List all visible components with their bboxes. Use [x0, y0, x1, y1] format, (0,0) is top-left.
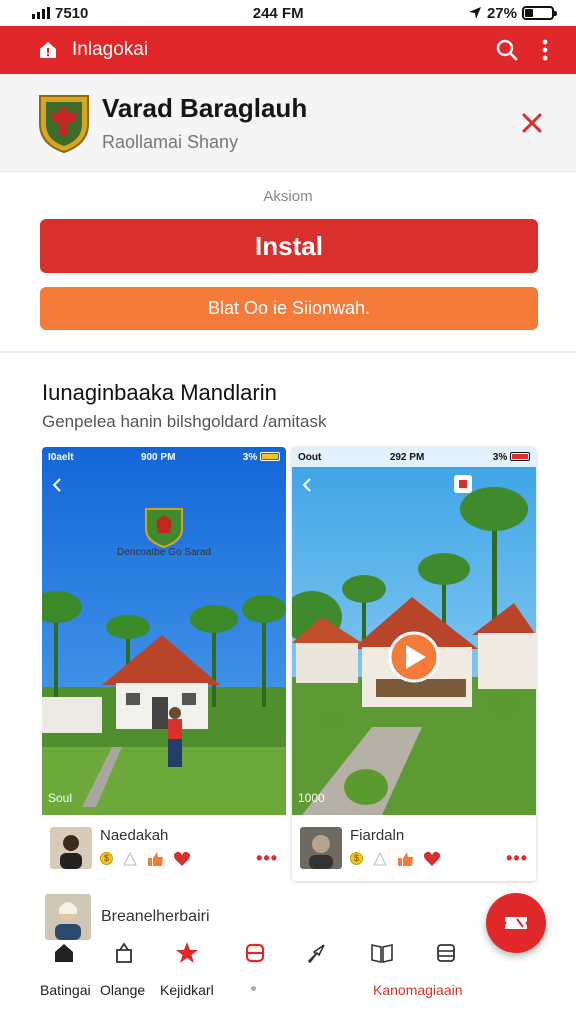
screenshot-card[interactable]: I0aelt 900 PM 3% Dencoatbe Go Sarad Soul…: [42, 447, 286, 881]
card-footer: Fiardaln $ •••: [300, 823, 528, 873]
author-name: Fiardaln: [350, 827, 405, 844]
nav-indicator-dot: [251, 986, 256, 991]
card-footer: Naedakah $ •••: [50, 823, 278, 873]
status-time-left: 7510: [55, 4, 89, 22]
star-icon[interactable]: [174, 940, 200, 966]
home-icon[interactable]: [51, 940, 77, 966]
app-bar-title: Inlagokai: [72, 39, 149, 60]
thumbs-up-icon[interactable]: [397, 851, 415, 867]
app-emblem-icon: [39, 94, 89, 153]
search-icon[interactable]: [494, 37, 520, 63]
sparkle-icon[interactable]: [371, 851, 389, 866]
screenshot-image[interactable]: I0aelt 900 PM 3% Dencoatbe Go Sarad Soul: [42, 447, 286, 815]
nav-label-favorites[interactable]: Kejidkarl: [160, 982, 214, 998]
avatar: [50, 827, 92, 869]
battery-percent: 27%: [486, 4, 517, 22]
more-vertical-icon[interactable]: [532, 37, 558, 63]
author-name: Naedakah: [100, 827, 169, 844]
avatar: [45, 894, 91, 940]
nav-label-active[interactable]: Kanomagiaain: [373, 982, 463, 998]
thumbs-up-icon[interactable]: [147, 851, 165, 867]
screenshot-status-left: Oout: [298, 451, 322, 463]
screenshot-status-time: 900 PM: [140, 451, 176, 463]
screenshot-caption: Dencoatbe Go Sarad: [117, 547, 211, 558]
install-button[interactable]: Instal: [40, 219, 538, 273]
screenshot-battery-text: 3%: [242, 451, 258, 463]
section-subtitle: Genpelea hanin bilshgoldard /amitask: [42, 412, 327, 431]
back-chevron-icon: [302, 478, 311, 492]
bottom-navigation: Batingai Olange Kejidkarl Kanomagiaain: [0, 936, 576, 1024]
bag-icon[interactable]: [111, 940, 137, 966]
screenshot-status-left: I0aelt: [48, 451, 74, 463]
heart-icon[interactable]: [173, 851, 191, 867]
app-publisher: Raollamai Shany: [102, 131, 239, 152]
list-icon[interactable]: [433, 940, 459, 966]
screenshot-watermark: Soul: [48, 791, 73, 805]
status-bar: 7510 244 FM 27%: [0, 0, 576, 26]
app-banner: Varad Baraglauh Raollamai Shany: [0, 74, 576, 172]
landscape-image: [42, 447, 286, 815]
location-arrow-icon: [468, 7, 481, 19]
divider: [0, 351, 576, 353]
back-chevron-icon: [52, 478, 61, 492]
share-icon[interactable]: [304, 940, 330, 966]
book-icon[interactable]: [369, 940, 395, 966]
nav-label-change[interactable]: Olange: [100, 982, 145, 998]
close-icon[interactable]: [518, 109, 546, 137]
status-time: 244 FM: [252, 4, 304, 22]
coin-icon: $: [100, 852, 113, 865]
app-bar: Inlagokai: [0, 26, 576, 74]
nav-label-home[interactable]: Batingai: [40, 982, 91, 998]
secondary-action-button[interactable]: Blat Oo ie Siionwah.: [40, 287, 538, 330]
heart-icon[interactable]: [423, 851, 441, 867]
screenshot-image[interactable]: Oout 292 PM 3% 1000: [292, 447, 536, 815]
section-title: Iunaginbaaka Mandlarin: [42, 380, 277, 405]
landscape-image: [292, 447, 536, 815]
screenshot-card[interactable]: Oout 292 PM 3% 1000 Fiardaln $ •••: [292, 447, 536, 881]
screenshot-status-time: 292 PM: [389, 451, 425, 463]
screenshot-battery-text: 3%: [492, 451, 508, 463]
battery-icon: [521, 6, 557, 20]
app-name: Varad Baraglauh: [102, 92, 308, 123]
signal-icon: [32, 7, 50, 19]
comment-item[interactable]: Breanelherbairi: [45, 894, 210, 940]
battery-icon: [510, 452, 530, 462]
avatar: [300, 827, 342, 869]
more-dots-icon[interactable]: •••: [506, 848, 528, 869]
sparkle-icon[interactable]: [121, 851, 139, 866]
screenshot-watermark: 1000: [298, 791, 325, 805]
install-caption: Aksiom: [263, 188, 313, 205]
comment-author: Breanelherbairi: [101, 908, 210, 925]
home-alert-icon[interactable]: [38, 40, 58, 60]
coin-icon: $: [350, 852, 363, 865]
ticket-icon: [505, 917, 527, 929]
more-dots-icon[interactable]: •••: [256, 848, 278, 869]
clipboard-icon[interactable]: [242, 940, 268, 966]
battery-icon: [260, 452, 280, 462]
